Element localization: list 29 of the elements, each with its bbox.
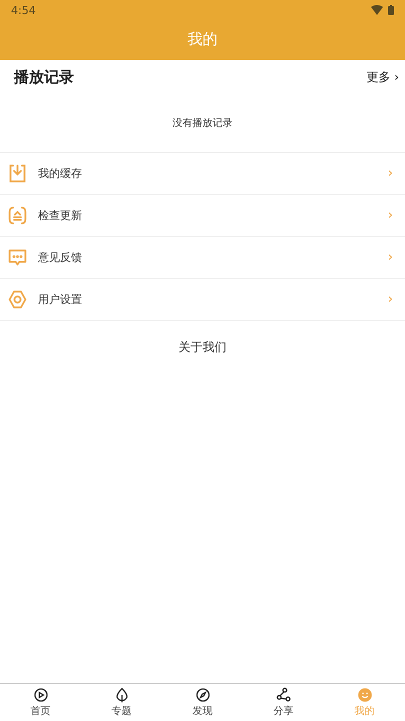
nav-tab[interactable]: 专题 — [81, 684, 162, 721]
download-icon — [7, 163, 28, 184]
update-icon — [7, 205, 28, 226]
page-title: 我的 — [186, 28, 218, 50]
nav-tab[interactable]: 发现 — [162, 684, 243, 721]
menu-item[interactable]: 用户设置 › — [0, 279, 405, 321]
play-icon — [32, 687, 48, 703]
chevron-icon: › — [388, 166, 393, 181]
wifi-icon — [371, 5, 383, 15]
leaf-icon — [114, 687, 130, 703]
share-icon — [276, 687, 292, 703]
menu-item[interactable]: 我的缓存 › — [0, 153, 405, 195]
about-link[interactable]: 关于我们 — [178, 338, 226, 356]
smiley-icon — [356, 687, 372, 703]
chat-icon — [7, 247, 28, 268]
nav-tab[interactable]: 分享 — [243, 684, 324, 721]
more-link[interactable]: 更多 › — [366, 68, 399, 86]
chevron-icon: › — [388, 292, 393, 307]
menu-item[interactable]: 意见反馈 › — [0, 237, 405, 279]
empty-message: 没有播放记录 — [172, 116, 232, 130]
status-time: 4:54 — [11, 4, 36, 16]
menu-item[interactable]: 检查更新 › — [0, 195, 405, 237]
settings-icon — [7, 289, 28, 310]
battery-icon — [388, 5, 394, 15]
nav-tab[interactable]: 首页 — [0, 684, 81, 721]
chevron-icon: › — [388, 208, 393, 223]
compass-icon — [194, 687, 210, 703]
chevron-icon: › — [388, 250, 393, 265]
section-title: 播放记录 — [14, 68, 74, 86]
